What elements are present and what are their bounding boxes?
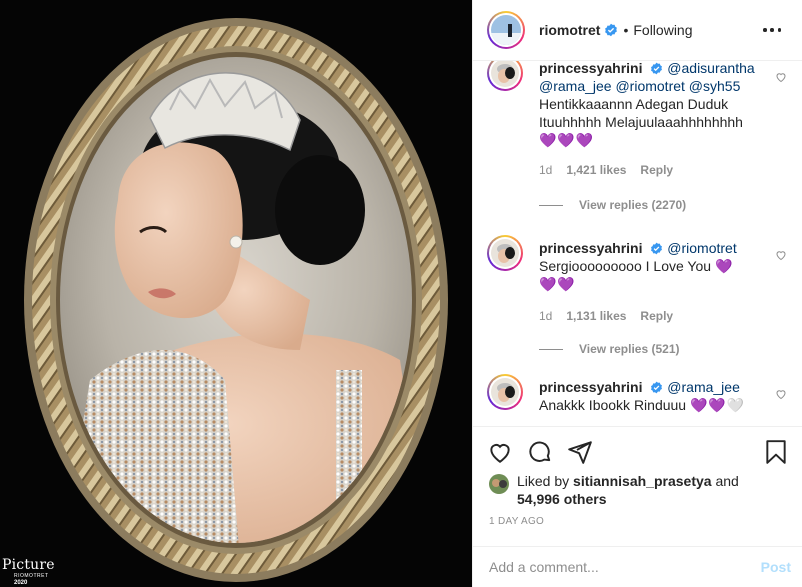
comment-likes[interactable]: 1,131 likes: [566, 309, 626, 323]
comment-text: princessyahrini @adisurantha @rama_jee @…: [539, 61, 769, 149]
liked-by-prefix: Liked by: [517, 473, 570, 489]
commenter-avatar[interactable]: [487, 235, 523, 271]
reply-button[interactable]: Reply: [640, 163, 673, 177]
author-username[interactable]: riomotret: [539, 22, 600, 38]
heart-icon[interactable]: [775, 388, 787, 400]
comment-age[interactable]: 1d: [539, 309, 552, 323]
comment-input[interactable]: Add a comment...: [489, 559, 739, 575]
view-replies-button[interactable]: View replies (2270): [539, 198, 686, 212]
comment-username[interactable]: princessyahrini: [539, 61, 643, 76]
watermark-year: 2020: [14, 580, 28, 586]
post-photo[interactable]: Picture RIOMOTRET 2020: [0, 0, 472, 587]
post-comment-button[interactable]: Post: [761, 559, 791, 575]
verified-badge-icon: [605, 23, 618, 37]
commenter-avatar[interactable]: [487, 374, 523, 410]
following-button[interactable]: Following: [633, 22, 692, 38]
post-actions-bar: [473, 426, 802, 476]
comment-username[interactable]: princessyahrini: [539, 240, 643, 256]
view-replies-label: View replies (2270): [579, 198, 687, 212]
comment-age[interactable]: 1d: [539, 163, 552, 177]
comment-emoji-inline: 💜: [714, 258, 734, 274]
view-replies-button[interactable]: View replies (521): [539, 342, 680, 356]
liker-avatar[interactable]: [489, 474, 509, 494]
comment-text: princessyahrini @rama_jee Anakkk Ibookk …: [539, 378, 769, 414]
liked-by-and: and: [715, 473, 739, 489]
photo-watermark: Picture RIOMOTRET 2020: [0, 547, 70, 587]
comment-text: princessyahrini @riomotret Sergioooooooo…: [539, 239, 769, 293]
comment-mentions[interactable]: @riomotret: [667, 240, 736, 256]
comment-meta: 1d 1,421 likes Reply: [539, 163, 673, 177]
comment-emoji-faded: 🤍: [726, 397, 745, 413]
verified-badge-icon: [651, 381, 663, 394]
liked-by-user[interactable]: sitiannisah_prasetya: [573, 473, 712, 489]
commenter-avatar[interactable]: [487, 61, 523, 91]
heart-icon[interactable]: [775, 71, 787, 83]
watermark-sub: RIOMOTRET: [14, 573, 49, 579]
comment-emoji: 💜💜: [539, 276, 576, 292]
post-side-panel: riomotret • Following princessyahrini @a…: [472, 0, 802, 587]
comment-message: Sergiooooooooo I Love You: [539, 258, 712, 274]
liked-by-others[interactable]: 54,996 others: [517, 491, 607, 507]
comment-message: Anakkk Ibookk Rinduuu: [539, 397, 687, 413]
heart-icon[interactable]: [487, 439, 513, 465]
comment-emoji: 💜💜💜: [539, 132, 595, 148]
add-comment-bar: Add a comment... Post: [473, 546, 802, 587]
watermark-main: Picture: [2, 557, 55, 573]
reply-button[interactable]: Reply: [640, 309, 673, 323]
comment-likes[interactable]: 1,421 likes: [566, 163, 626, 177]
comment-meta: 1d 1,131 likes Reply: [539, 309, 673, 323]
comment-message: Hentikkaaannn Adegan Duduk Ituuhhhhh Mel…: [539, 96, 743, 130]
more-options-icon[interactable]: [763, 21, 781, 39]
comment-icon[interactable]: [527, 439, 553, 465]
comment-item: princessyahrini @riomotret Sergioooooooo…: [487, 235, 787, 365]
verified-badge-icon: [651, 62, 663, 75]
comments-list[interactable]: princessyahrini @adisurantha @rama_jee @…: [473, 61, 802, 426]
share-icon[interactable]: [567, 439, 593, 465]
post-header: riomotret • Following: [473, 0, 802, 61]
comment-mentions[interactable]: @rama_jee: [667, 379, 740, 395]
view-replies-label: View replies (521): [579, 342, 680, 356]
heart-icon[interactable]: [775, 249, 787, 261]
post-timestamp[interactable]: 1 DAY AGO: [489, 516, 544, 527]
comment-emoji: 💜💜: [689, 397, 727, 413]
verified-badge-icon: [651, 242, 663, 255]
comment-item: princessyahrini @rama_jee Anakkk Ibookk …: [487, 374, 787, 426]
comment-username[interactable]: princessyahrini: [539, 379, 643, 395]
author-avatar[interactable]: [487, 11, 525, 49]
portrait-image: [24, 18, 448, 582]
header-separator: •: [623, 22, 629, 38]
bookmark-icon[interactable]: [763, 439, 789, 465]
comment-item: princessyahrini @adisurantha @rama_jee @…: [487, 61, 787, 235]
instagram-post: Picture RIOMOTRET 2020 riomotret • Follo…: [0, 0, 802, 587]
